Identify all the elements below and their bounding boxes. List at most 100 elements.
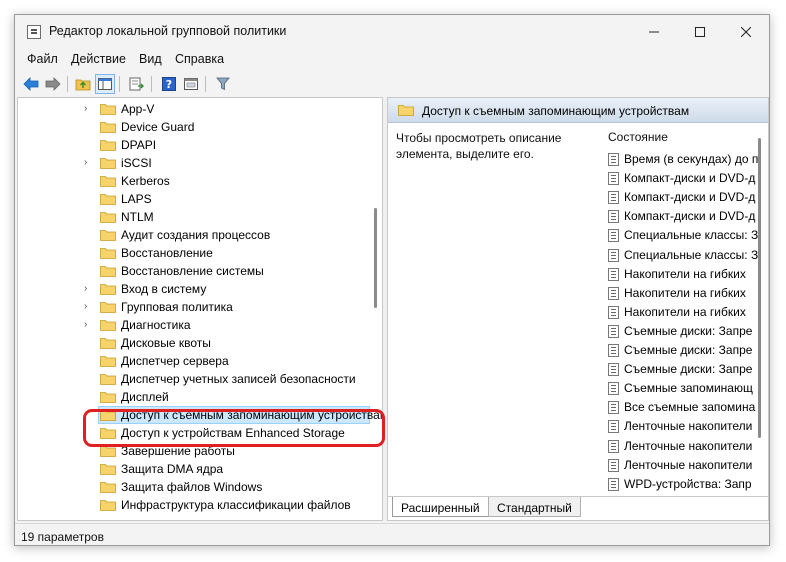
tree-item[interactable]: Диспетчер учетных записей безопасности: [18, 370, 378, 388]
export-list-button[interactable]: [127, 74, 147, 94]
tree-item-label: Защита DMA ядра: [121, 462, 224, 476]
maximize-icon: [695, 27, 705, 37]
folder-icon: [100, 283, 116, 298]
status-text: 19 параметров: [21, 530, 104, 544]
menu-file[interactable]: Файл: [27, 52, 58, 66]
setting-row[interactable]: Специальные классы: З: [606, 226, 766, 245]
policy-setting-icon: [608, 401, 619, 414]
tree-item[interactable]: › Групповая политика: [18, 298, 378, 316]
setting-row[interactable]: Специальные классы: З: [606, 246, 766, 265]
tree-item[interactable]: Дисковые квоты: [18, 334, 378, 352]
tree-item[interactable]: Device Guard: [18, 118, 378, 136]
forward-arrow-icon: [45, 77, 61, 91]
tab-standard[interactable]: Стандартный: [488, 497, 581, 517]
tree-item[interactable]: NTLM: [18, 208, 378, 226]
details-header-title: Доступ к съемным запоминающим устройства…: [422, 104, 690, 118]
properties-button[interactable]: [181, 74, 201, 94]
folder-icon: [100, 373, 116, 388]
tree-item-label: Диспетчер сервера: [121, 354, 229, 368]
up-folder-icon: [75, 79, 91, 91]
tree-item[interactable]: › Вход в систему: [18, 280, 378, 298]
setting-row[interactable]: Время (в секундах) до п: [606, 150, 766, 169]
tree-item[interactable]: › App-V: [18, 100, 378, 118]
setting-row[interactable]: Компакт-диски и DVD-д: [606, 169, 766, 188]
highlight-annotation: [83, 409, 385, 447]
setting-row[interactable]: Все съемные запомина: [606, 398, 766, 417]
back-arrow-icon: [23, 77, 39, 91]
tree-item[interactable]: DPAPI: [18, 136, 378, 154]
column-header-state[interactable]: Состояние: [608, 130, 668, 144]
tree-item-label: DPAPI: [121, 138, 157, 152]
setting-row[interactable]: Съемные запоминающ: [606, 379, 766, 398]
policy-setting-icon: [608, 344, 619, 357]
up-folder-button[interactable]: [73, 74, 93, 94]
show-hide-tree-button[interactable]: [95, 74, 115, 94]
tree-item-label: Вход в систему: [121, 282, 207, 296]
setting-row[interactable]: Ленточные накопители: [606, 417, 766, 436]
setting-label: Специальные классы: З: [624, 248, 759, 262]
tree-item[interactable]: › iSCSI: [18, 154, 378, 172]
tree-item[interactable]: Защита DMA ядра: [18, 460, 378, 478]
tree-item[interactable]: Дисплей: [18, 388, 378, 406]
folder-icon: [100, 499, 116, 514]
close-button[interactable]: [723, 15, 769, 49]
forward-button[interactable]: [43, 74, 63, 94]
policy-setting-icon: [608, 420, 619, 433]
properties-icon: [184, 78, 198, 90]
menu-help[interactable]: Справка: [175, 52, 224, 66]
setting-row[interactable]: Накопители на гибких: [606, 303, 766, 322]
minimize-button[interactable]: [631, 15, 677, 49]
setting-row[interactable]: Съемные диски: Запре: [606, 360, 766, 379]
menu-action[interactable]: Действие: [71, 52, 126, 66]
tree-item[interactable]: Диспетчер сервера: [18, 352, 378, 370]
setting-label: Компакт-диски и DVD-д: [624, 209, 756, 223]
menu-view[interactable]: Вид: [139, 52, 162, 66]
folder-icon: [100, 193, 116, 208]
filter-button[interactable]: [213, 74, 233, 94]
chevron-right-icon[interactable]: ›: [84, 301, 87, 312]
tree-item[interactable]: Kerberos: [18, 172, 378, 190]
folder-icon: [100, 121, 116, 136]
tree-item[interactable]: Инфраструктура классификации файлов: [18, 496, 378, 514]
policy-setting-icon: [608, 459, 619, 472]
setting-row[interactable]: Накопители на гибких: [606, 265, 766, 284]
tree-scrollbar[interactable]: [374, 208, 377, 308]
help-icon: ?: [162, 77, 176, 91]
tree-item[interactable]: Защита файлов Windows: [18, 478, 378, 496]
tree-item[interactable]: › Диагностика: [18, 316, 378, 334]
setting-row[interactable]: Съемные диски: Запре: [606, 322, 766, 341]
details-header: Доступ к съемным запоминающим устройства…: [388, 98, 768, 123]
tree-item[interactable]: Восстановление системы: [18, 262, 378, 280]
tree-item[interactable]: Аудит создания процессов: [18, 226, 378, 244]
chevron-right-icon[interactable]: ›: [84, 103, 87, 114]
tree-item-label: Дисковые квоты: [121, 336, 211, 350]
setting-row[interactable]: WPD-устройства: Запр: [606, 475, 766, 494]
setting-row[interactable]: Компакт-диски и DVD-д: [606, 188, 766, 207]
folder-icon: [100, 481, 116, 496]
chevron-right-icon[interactable]: ›: [84, 319, 87, 330]
folder-icon: [100, 445, 116, 460]
settings-scrollbar[interactable]: [758, 138, 761, 438]
tree-item-label: Дисплей: [121, 390, 169, 404]
policy-tree-pane[interactable]: › App-V Device Guard DPAPI › iSCSI Kerberos LAP…: [17, 97, 383, 521]
export-list-icon: [129, 77, 144, 91]
gpedit-window: Редактор локальной групповой политики Фа…: [14, 14, 770, 546]
policy-setting-icon: [608, 325, 619, 338]
maximize-button[interactable]: [677, 15, 723, 49]
chevron-right-icon[interactable]: ›: [84, 283, 87, 294]
folder-icon: [100, 337, 116, 352]
tree-item-label: Восстановление системы: [121, 264, 264, 278]
setting-label: Съемные диски: Запре: [624, 362, 753, 376]
chevron-right-icon[interactable]: ›: [84, 157, 87, 168]
tab-extended[interactable]: Расширенный: [392, 497, 489, 517]
setting-row[interactable]: Ленточные накопители: [606, 456, 766, 475]
back-button[interactable]: [21, 74, 41, 94]
tree-item[interactable]: Восстановление: [18, 244, 378, 262]
setting-row[interactable]: Накопители на гибких: [606, 284, 766, 303]
setting-row[interactable]: Ленточные накопители: [606, 437, 766, 456]
folder-icon: [100, 319, 116, 334]
setting-row[interactable]: Компакт-диски и DVD-д: [606, 207, 766, 226]
tree-item[interactable]: LAPS: [18, 190, 378, 208]
setting-row[interactable]: Съемные диски: Запре: [606, 341, 766, 360]
help-button[interactable]: ?: [159, 74, 179, 94]
